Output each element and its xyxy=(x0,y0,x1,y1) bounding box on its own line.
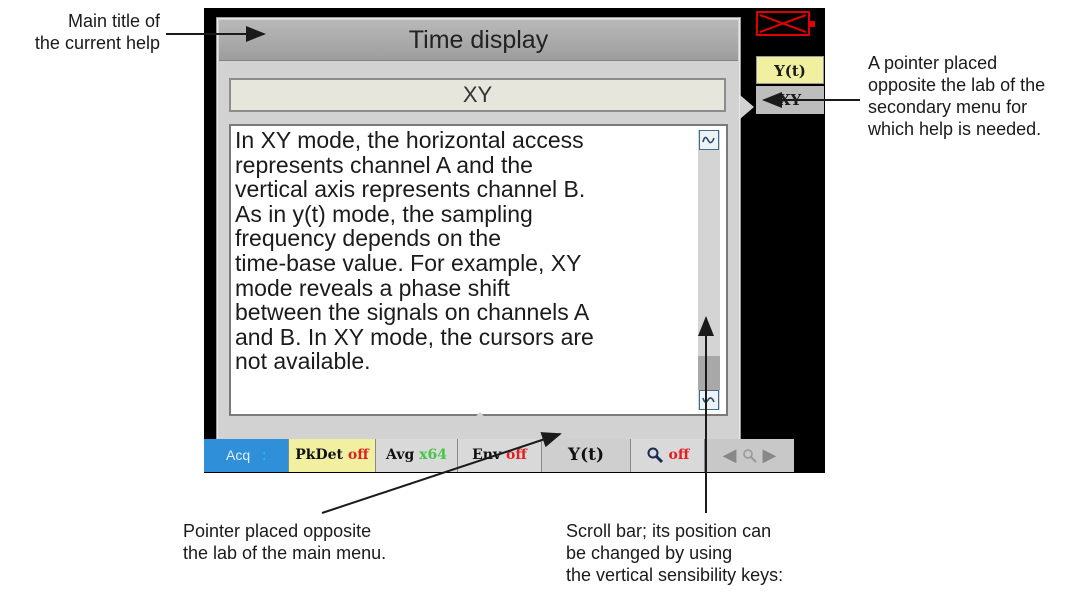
bottom-menu: Acq : PkDet off Avg x64 Env off Y(t) off xyxy=(204,439,825,472)
secondary-menu-pointer xyxy=(740,95,754,119)
tab-pkdet[interactable]: PkDet off xyxy=(288,439,375,472)
close-icon[interactable] xyxy=(756,11,815,36)
help-panel: Time display XY In XY mode, the horizont… xyxy=(216,17,741,449)
annotation-main-pointer: Pointer placed opposite the lab of the m… xyxy=(183,521,387,563)
annotation-secondary-pointer: A pointer placed opposite the lab of the… xyxy=(868,53,1046,139)
magnifier-small-icon xyxy=(742,445,763,465)
tab-acq[interactable]: Acq : xyxy=(204,439,288,472)
tab-yt[interactable]: Y(t) xyxy=(541,439,630,472)
triangle-right-icon[interactable]: ▶ xyxy=(763,445,777,465)
scroll-up-wave-icon[interactable] xyxy=(699,130,719,150)
annotation-main-title: Main title of the current help xyxy=(34,11,160,53)
side-menu-yt[interactable]: Y(t) xyxy=(756,56,824,84)
annotation-scroll-bar: Scroll bar; its position can be changed … xyxy=(566,521,784,585)
scroll-thumb[interactable] xyxy=(698,356,720,390)
help-text-box: In XY mode, the horizontal access repres… xyxy=(229,124,728,416)
oscilloscope-screen: Time display XY In XY mode, the horizont… xyxy=(204,8,825,473)
side-menu-xy[interactable]: XY xyxy=(756,86,824,114)
help-subtitle: XY xyxy=(229,78,726,112)
help-title: Time display xyxy=(219,20,738,61)
tab-zoom[interactable]: off xyxy=(630,439,704,472)
scroll-bar[interactable] xyxy=(698,130,720,410)
tab-avg[interactable]: Avg x64 xyxy=(375,439,457,472)
triangle-left-icon[interactable]: ◀ xyxy=(723,445,737,465)
magnifier-icon xyxy=(646,447,669,464)
tab-zoom-navigation[interactable]: ◀ ▶ xyxy=(704,439,794,472)
tab-env[interactable]: Env off xyxy=(457,439,541,472)
scroll-down-wave-icon[interactable] xyxy=(699,390,719,410)
main-menu-pointer xyxy=(466,412,494,427)
help-text: In XY mode, the horizontal access repres… xyxy=(235,127,594,375)
